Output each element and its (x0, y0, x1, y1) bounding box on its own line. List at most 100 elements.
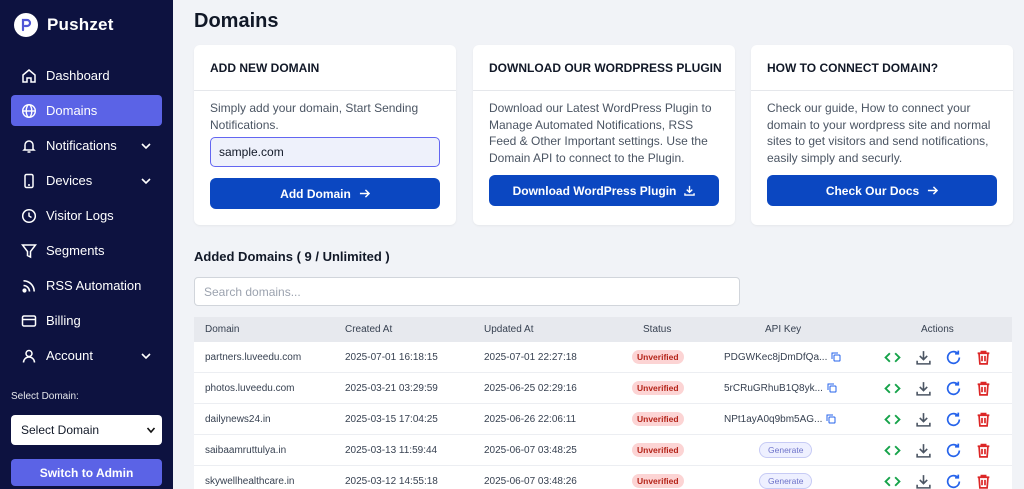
table-row: partners.luveedu.com 2025-07-01 16:18:15 2… (194, 342, 1012, 373)
filter-icon (21, 243, 37, 258)
sidebar-nav: Dashboard Domains Notifications Devices … (11, 60, 162, 375)
domain-cell: partners.luveedu.com (205, 351, 302, 363)
chevron-down-icon (141, 353, 151, 360)
download-icon[interactable] (915, 349, 932, 366)
select-domain-value: Select Domain (21, 423, 100, 437)
refresh-icon[interactable] (945, 411, 962, 428)
user-icon (22, 349, 36, 363)
added-domains-heading: Added Domains ( 9 / Unlimited ) (194, 249, 390, 264)
chevron-down-icon (141, 178, 151, 185)
status-cell: Unverified (632, 404, 684, 434)
delete-icon[interactable] (975, 442, 992, 459)
created-at-cell: 2025-03-13 11:59:44 (345, 444, 438, 456)
arrow-right-icon (359, 189, 370, 198)
delete-icon[interactable] (975, 411, 992, 428)
sidebar-item-devices[interactable]: Devices (11, 165, 162, 196)
arrow-right-icon (928, 186, 939, 195)
api-key-cell: PDGWKec8jDmDfQa... (724, 342, 841, 372)
sidebar-item-rss-automation[interactable]: RSS Automation (11, 270, 162, 301)
copy-icon[interactable] (831, 352, 841, 362)
download-icon[interactable] (915, 442, 932, 459)
sidebar: Pushzet Dashboard Domains Notifications … (0, 0, 173, 489)
device-icon (24, 173, 34, 188)
switch-to-admin-button[interactable]: Switch to Admin (11, 459, 162, 486)
delete-icon[interactable] (975, 473, 992, 489)
refresh-icon[interactable] (945, 349, 962, 366)
updated-at-cell: 2025-07-01 22:27:18 (484, 351, 577, 363)
sidebar-item-visitor-logs[interactable]: Visitor Logs (11, 200, 162, 231)
sidebar-item-segments[interactable]: Segments (11, 235, 162, 266)
brand-name: Pushzet (47, 15, 114, 34)
created-at-cell: 2025-03-21 03:29:59 (345, 382, 438, 394)
download-icon[interactable] (915, 411, 932, 428)
api-key-cell: 5rCRuGRhuB1Q8yk... (724, 373, 837, 403)
domain-cell: photos.luveedu.com (205, 382, 295, 394)
status-cell: Unverified (632, 373, 684, 403)
domain-input[interactable] (210, 137, 440, 167)
card-title: HOW TO CONNECT DOMAIN? (751, 45, 1013, 91)
generate-api-key-button[interactable]: Generate (759, 473, 813, 489)
api-key-cell: Generate (759, 435, 813, 465)
bell-icon (22, 139, 36, 153)
api-key-value: PDGWKec8jDmDfQa... (724, 351, 828, 363)
brand[interactable]: Pushzet (14, 12, 114, 38)
select-domain-label: Select Domain: (11, 391, 79, 402)
sidebar-item-billing[interactable]: Billing (11, 305, 162, 336)
card-icon (21, 314, 37, 327)
status-badge: Unverified (632, 350, 684, 364)
domain-cell: dailynews24.in (205, 413, 271, 425)
button-label: Check Our Docs (825, 183, 920, 198)
home-icon (22, 68, 36, 83)
download-icon[interactable] (915, 380, 932, 397)
delete-icon[interactable] (975, 380, 992, 397)
generate-api-key-button[interactable]: Generate (759, 442, 813, 458)
embed-code-icon[interactable] (884, 473, 901, 489)
sidebar-item-notifications[interactable]: Notifications (11, 130, 162, 161)
sidebar-item-label: Notifications (46, 138, 117, 153)
sidebar-item-dashboard[interactable]: Dashboard (11, 60, 162, 91)
sidebar-item-label: Domains (46, 103, 98, 118)
embed-code-icon[interactable] (884, 349, 901, 366)
updated-at-cell: 2025-06-26 22:06:11 (484, 413, 577, 425)
sidebar-item-label: Billing (46, 313, 81, 328)
card-title: DOWNLOAD OUR WORDPRESS PLUGIN (473, 45, 735, 91)
column-header-status: Status (643, 324, 672, 335)
card-description: Check our guide, How to connect your dom… (767, 101, 991, 165)
api-key-value: 5rCRuGRhuB1Q8yk... (724, 382, 823, 394)
delete-icon[interactable] (975, 349, 992, 366)
table-header: Domain Created At Updated At Status API … (194, 317, 1012, 342)
column-header-created: Created At (345, 324, 393, 335)
refresh-icon[interactable] (945, 442, 962, 459)
sidebar-item-label: Segments (46, 243, 105, 258)
table-row: dailynews24.in 2025-03-15 17:04:25 2025-06… (194, 404, 1012, 435)
embed-code-icon[interactable] (884, 442, 901, 459)
table-row: photos.luveedu.com 2025-03-21 03:29:59 202… (194, 373, 1012, 404)
table-body: partners.luveedu.com 2025-07-01 16:18:15 2… (194, 342, 1012, 489)
add-domain-button[interactable]: Add Domain (210, 178, 440, 209)
column-header-actions: Actions (921, 324, 954, 335)
sidebar-item-account[interactable]: Account (11, 340, 162, 371)
card-description: Download our Latest WordPress Plugin to … (489, 101, 712, 165)
chevron-down-icon (146, 427, 156, 434)
page-title: Domains (194, 10, 279, 32)
sidebar-item-label: Visitor Logs (46, 208, 114, 223)
embed-code-icon[interactable] (884, 411, 901, 428)
embed-code-icon[interactable] (884, 380, 901, 397)
download-icon[interactable] (915, 473, 932, 489)
check-docs-button[interactable]: Check Our Docs (767, 175, 997, 206)
table-row: skywellhealthcare.in 2025-03-12 14:55:18 2… (194, 466, 1012, 489)
api-key-cell: NPt1ayA0q9bm5AG... (724, 404, 836, 434)
refresh-icon[interactable] (945, 473, 962, 489)
status-badge: Unverified (632, 381, 684, 395)
sidebar-item-label: Devices (46, 173, 93, 188)
column-header-api-key: API Key (765, 324, 802, 335)
copy-icon[interactable] (826, 414, 836, 424)
download-plugin-button[interactable]: Download WordPress Plugin (489, 175, 719, 206)
copy-icon[interactable] (827, 383, 837, 393)
card-title: ADD NEW DOMAIN (194, 45, 456, 91)
search-domains-input[interactable] (194, 277, 740, 306)
domains-table: Domain Created At Updated At Status API … (194, 317, 1012, 489)
sidebar-item-domains[interactable]: Domains (11, 95, 162, 126)
refresh-icon[interactable] (945, 380, 962, 397)
select-domain-dropdown[interactable]: Select Domain (11, 415, 162, 445)
